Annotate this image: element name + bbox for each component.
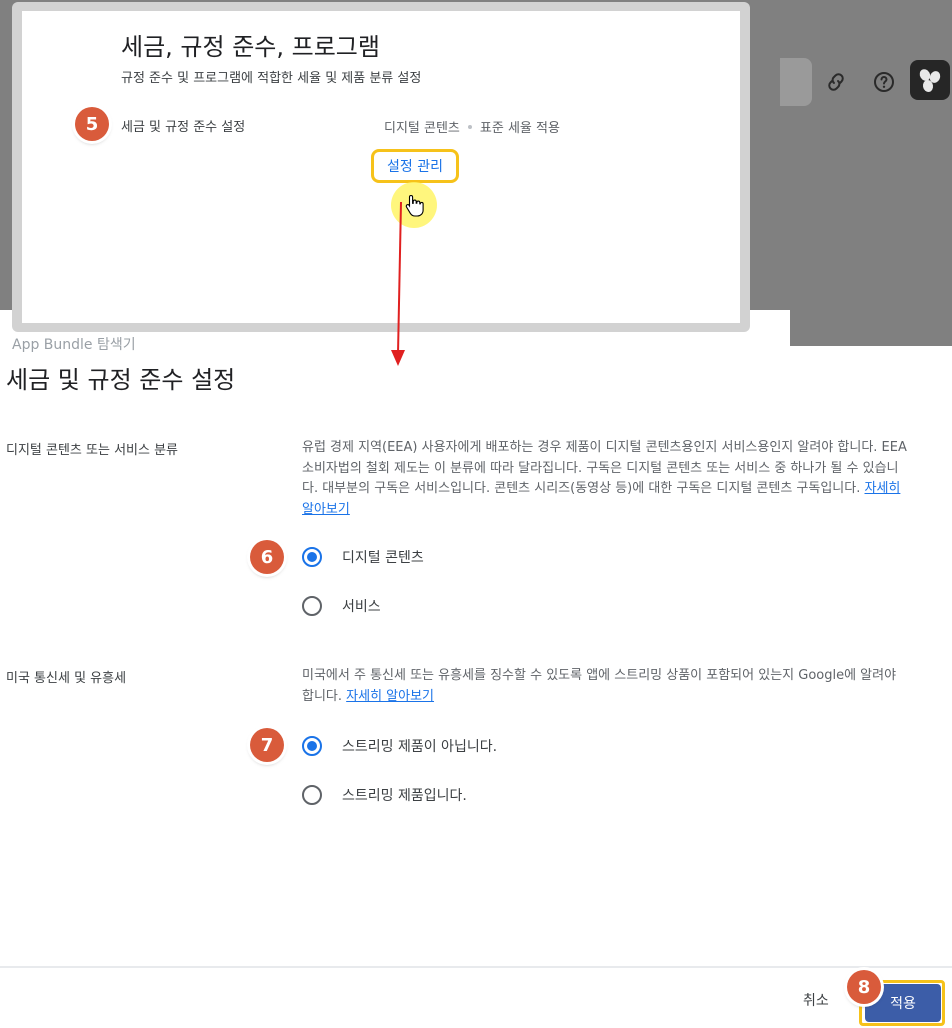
step-5-badge: 5 <box>75 107 109 141</box>
radio-not-streaming[interactable] <box>302 736 322 756</box>
step-8-number: 8 <box>857 976 871 998</box>
section-digital-classification-description: 유럽 경제 지역(EEA) 사용자에게 배포하는 경우 제품이 디지털 콘텐츠용… <box>302 438 908 520</box>
section-us-tax-label: 미국 통신세 및 유흥세 <box>6 671 127 686</box>
row-value-category: 디지털 콘텐츠 <box>384 121 460 136</box>
section-us-tax-description: 미국에서 주 통신세 또는 유흥세를 징수할 수 있도록 앱에 스트리밍 상품이… <box>302 666 908 707</box>
card-title: 세금, 규정 준수, 프로그램 <box>121 33 380 61</box>
red-arrow-icon <box>391 201 405 366</box>
apply-button-label: 적용 <box>890 996 916 1012</box>
dialog-title: 세금 및 규정 준수 설정 <box>6 366 236 394</box>
step-6-badge: 6 <box>250 540 284 574</box>
step-6-number: 6 <box>260 546 274 568</box>
section-digital-classification-label: 디지털 콘텐츠 또는 서비스 분류 <box>6 443 179 458</box>
description-text: 유럽 경제 지역(EEA) 사용자에게 배포하는 경우 제품이 디지털 콘텐츠용… <box>302 440 907 496</box>
radio-service-label[interactable]: 서비스 <box>342 596 381 616</box>
separator-dot <box>467 124 472 129</box>
radio-digital-content-label[interactable]: 디지털 콘텐츠 <box>342 547 424 567</box>
step-8-badge: 8 <box>847 970 881 1004</box>
app-bundle-explorer-link: App Bundle 탐색기 <box>12 334 136 354</box>
help-icon[interactable] <box>866 64 902 100</box>
cancel-button[interactable]: 취소 <box>803 990 829 1010</box>
row-value-rate: 표준 세율 적용 <box>479 121 560 136</box>
radio-streaming[interactable] <box>302 785 322 805</box>
manage-settings-button[interactable]: 설정 관리 <box>371 149 459 183</box>
app-bundle-text: App Bundle 탐색기 <box>12 337 136 353</box>
card-subtitle: 규정 준수 및 프로그램에 적합한 세율 및 제품 분류 설정 <box>121 71 422 86</box>
step-5-number: 5 <box>85 113 99 135</box>
tax-settings-row-label: 세금 및 규정 준수 설정 <box>121 120 246 135</box>
radio-digital-content[interactable] <box>302 547 322 567</box>
learn-more-link[interactable]: 자세히 알아보기 <box>346 689 434 704</box>
search-box-edge <box>780 58 812 106</box>
link-icon[interactable] <box>818 64 854 100</box>
step-7-badge: 7 <box>250 728 284 762</box>
hand-cursor-icon <box>405 193 425 221</box>
manage-settings-label: 설정 관리 <box>387 159 443 175</box>
step-7-number: 7 <box>260 734 274 756</box>
footer-divider <box>0 966 952 968</box>
app-avatar-icon[interactable] <box>910 60 950 100</box>
radio-not-streaming-label[interactable]: 스트리밍 제품이 아닙니다. <box>342 736 497 756</box>
radio-service[interactable] <box>302 596 322 616</box>
radio-streaming-label[interactable]: 스트리밍 제품입니다. <box>342 785 467 805</box>
tax-settings-row-value: 디지털 콘텐츠 표준 세율 적용 <box>384 117 560 136</box>
zoom-card: 세금, 규정 준수, 프로그램 규정 준수 및 프로그램에 적합한 세율 및 제… <box>22 11 740 323</box>
